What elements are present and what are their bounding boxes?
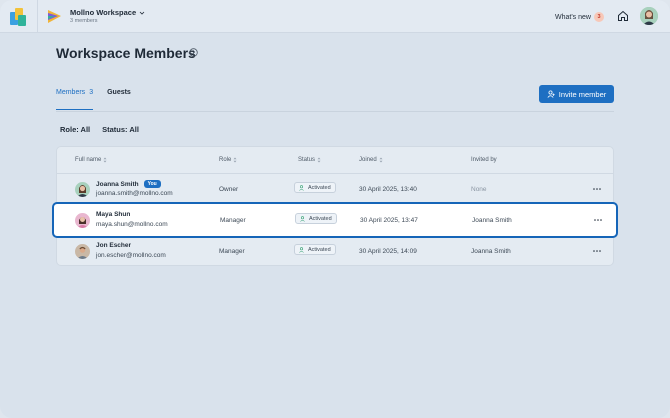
member-joined: 30 April 2025, 13:47 [360,217,418,224]
tab-guests[interactable]: Guests [107,89,131,110]
status-badge: Activated [294,244,336,255]
tab-members-count: 3 [89,89,94,96]
status-badge: Activated [294,182,336,193]
member-email: maya.shun@mollno.com [96,221,168,228]
header-status[interactable]: Status [298,157,321,163]
avatar-image-icon [75,213,90,228]
sort-icon [233,157,237,163]
whats-new-label: What's new [555,13,591,21]
home-icon[interactable] [617,10,629,22]
workspace-name: Mollno Workspace [70,8,137,17]
status-text: Activated [309,215,332,222]
sort-icon [317,157,321,163]
avatar [75,182,90,197]
info-icon[interactable] [189,48,198,57]
header-joined[interactable]: Joined [359,157,383,163]
member-name-text: Joanna Smith [96,180,139,188]
status-text: Activated [308,184,331,191]
topbar-divider [37,0,38,33]
header-full-name[interactable]: Full name [75,157,107,163]
top-bar: Mollno Workspace 3 members What's new 3 [0,0,670,33]
workspace-switcher[interactable]: Mollno Workspace [70,8,145,17]
table-row[interactable]: Maya Shun maya.shun@mollno.com Manager A… [57,205,613,235]
avatar [75,244,90,259]
header-invited-by-label: Invited by [471,157,497,163]
tab-members-label: Members [56,89,86,96]
status-badge: Activated [295,213,337,224]
member-name: Joanna Smith You [96,180,161,188]
tabs-divider [56,111,614,112]
page-title: Workspace Members [56,45,196,61]
table-row[interactable]: Joanna Smith You joanna.smith@mollno.com… [57,174,613,204]
invite-member-label: Invite member [558,89,607,99]
more-options-icon[interactable] [593,186,601,192]
workspace-member-count: 3 members [70,18,98,24]
member-name-text: Maya Shun [96,211,131,218]
member-role: Manager [219,248,245,255]
header-joined-label: Joined [359,157,377,163]
member-role: Manager [220,217,246,224]
member-email: joanna.smith@mollno.com [96,190,173,197]
table-row[interactable]: Jon Escher jon.escher@mollno.com Manager… [57,236,613,266]
selected-table-row[interactable]: Maya Shun maya.shun@mollno.com Manager A… [52,202,618,238]
header-role[interactable]: Role [219,157,237,163]
add-user-icon [547,90,555,98]
avatar-image-icon [75,182,90,197]
whats-new-count-badge: 3 [593,12,604,22]
member-role: Owner [219,186,239,193]
user-avatar[interactable] [640,7,658,25]
you-badge: You [143,180,161,188]
member-invited-by: Joanna Smith [471,248,511,255]
member-email: jon.escher@mollno.com [96,252,166,259]
tab-members[interactable]: Members 3 [56,89,94,110]
chevron-down-icon [139,11,145,15]
invite-member-button[interactable]: Invite member [539,85,614,103]
user-check-icon [299,184,304,191]
more-options-icon[interactable] [594,217,602,223]
member-invited-by: Joanna Smith [472,217,512,224]
sort-icon [379,157,383,163]
avatar-image-icon [75,244,90,259]
avatar-image-icon [640,7,658,25]
filters-bar: Role: All Status: All [60,125,139,134]
member-joined: 30 April 2025, 14:09 [359,248,417,255]
user-check-icon [299,246,304,253]
header-full-name-label: Full name [75,157,102,163]
tab-guests-label: Guests [107,89,131,96]
sort-icon [103,157,107,163]
member-name: Maya Shun [96,211,130,218]
status-filter[interactable]: Status: All [102,125,139,134]
avatar [75,213,90,228]
workspace-logo-icon [48,10,61,23]
header-status-label: Status [298,157,316,163]
more-options-icon[interactable] [593,248,601,254]
member-joined: 30 April 2025, 13:40 [359,186,417,193]
header-role-label: Role [219,157,232,163]
role-filter[interactable]: Role: All [60,125,90,134]
member-name-text: Jon Escher [96,242,132,249]
app-window: Mollno Workspace 3 members What's new 3 … [0,0,670,418]
user-check-icon [300,215,305,222]
member-invited-by: None [471,186,487,193]
status-text: Activated [308,246,331,253]
app-logo-icon[interactable] [9,6,28,27]
header-invited-by: Invited by [471,157,497,163]
whats-new-button[interactable]: What's new 3 [555,12,604,22]
member-name: Jon Escher [96,242,131,249]
tabs: Members 3 Guests [56,89,131,110]
